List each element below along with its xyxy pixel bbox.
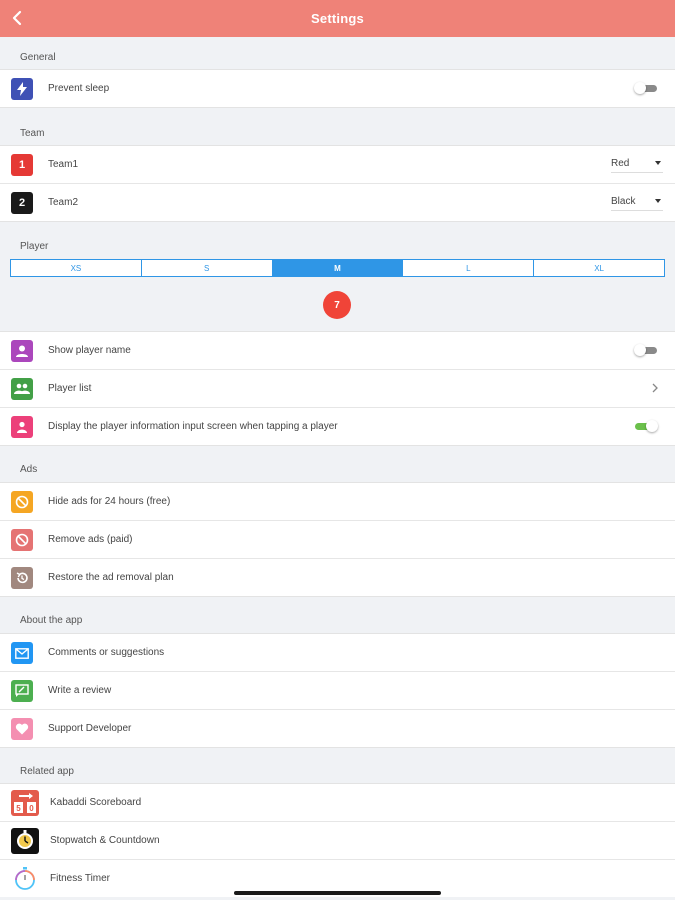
show-player-name-label: Show player name	[48, 345, 131, 356]
restore-plan-row[interactable]: Restore the ad removal plan	[0, 559, 675, 596]
section-label-general: General	[20, 52, 56, 63]
restore-icon	[11, 567, 33, 589]
kabaddi-app-label: Kabaddi Scoreboard	[50, 797, 142, 808]
size-option-xl[interactable]: XL	[533, 260, 664, 276]
svg-text:0: 0	[29, 804, 34, 813]
display-player-info-toggle[interactable]	[635, 420, 658, 432]
remove-ads-row[interactable]: Remove ads (paid)	[0, 521, 675, 559]
size-option-l[interactable]: L	[402, 260, 533, 276]
show-player-name-row[interactable]: Show player name	[0, 332, 675, 370]
player-card-icon	[11, 416, 33, 438]
support-developer-label: Support Developer	[48, 723, 132, 734]
display-player-info-row[interactable]: Display the player information input scr…	[0, 408, 675, 445]
fitness-timer-app-label: Fitness Timer	[50, 873, 111, 884]
kabaddi-scoreboard-icon: 5 0	[11, 790, 39, 816]
no-ads-icon	[11, 529, 33, 551]
show-player-name-toggle[interactable]	[634, 344, 657, 356]
prevent-sleep-row[interactable]: Prevent sleep	[0, 70, 675, 107]
about-group: Comments or suggestions Write a review S…	[0, 633, 675, 748]
player-group: Show player name Player list Display the…	[0, 331, 675, 446]
team2-number-icon: 2	[11, 192, 33, 214]
nav-bar: Settings	[0, 0, 675, 37]
comments-row[interactable]: Comments or suggestions	[0, 634, 675, 672]
hide-ads-label: Hide ads for 24 hours (free)	[48, 496, 171, 507]
stopwatch-app-row[interactable]: Stopwatch & Countdown	[0, 822, 675, 860]
team1-label: Team1	[48, 159, 79, 170]
display-player-info-label: Display the player information input scr…	[48, 421, 338, 432]
size-option-m[interactable]: M	[271, 260, 403, 276]
team1-row[interactable]: 1 Team1 Red	[0, 146, 675, 184]
player-preview-badge: 7	[323, 291, 351, 319]
team1-color-select[interactable]: Red	[611, 156, 663, 173]
page-title: Settings	[311, 11, 364, 26]
people-icon	[11, 378, 33, 400]
fitness-timer-icon	[11, 866, 39, 892]
prevent-sleep-toggle[interactable]	[634, 82, 657, 94]
no-ads-icon	[11, 491, 33, 513]
remove-ads-label: Remove ads (paid)	[48, 534, 133, 545]
mail-icon	[11, 642, 33, 664]
team1-number-icon: 1	[11, 154, 33, 176]
section-label-about: About the app	[20, 615, 83, 626]
write-review-label: Write a review	[48, 685, 112, 696]
kabaddi-app-row[interactable]: 5 0 Kabaddi Scoreboard	[0, 784, 675, 822]
related-group: 5 0 Kabaddi Scoreboard Stopwatch & Count…	[0, 783, 675, 897]
size-option-xs[interactable]: XS	[11, 260, 141, 276]
team2-row[interactable]: 2 Team2 Black	[0, 184, 675, 221]
write-review-row[interactable]: Write a review	[0, 672, 675, 710]
team2-color-select[interactable]: Black	[611, 194, 663, 211]
support-developer-row[interactable]: Support Developer	[0, 710, 675, 747]
heart-icon	[11, 718, 33, 740]
review-icon	[11, 680, 33, 702]
prevent-sleep-label: Prevent sleep	[48, 83, 110, 94]
section-label-team: Team	[20, 128, 45, 139]
section-label-ads: Ads	[20, 464, 38, 475]
caret-down-icon	[655, 161, 661, 165]
lightning-icon	[11, 78, 33, 100]
ads-group: Hide ads for 24 hours (free) Remove ads …	[0, 482, 675, 597]
hide-ads-row[interactable]: Hide ads for 24 hours (free)	[0, 483, 675, 521]
home-indicator[interactable]	[234, 891, 441, 895]
back-chevron-icon[interactable]	[9, 9, 27, 27]
person-icon	[11, 340, 33, 362]
svg-text:5: 5	[16, 804, 21, 813]
player-list-row[interactable]: Player list	[0, 370, 675, 408]
player-size-segmented-control: XS S M L XL	[10, 259, 665, 277]
player-list-label: Player list	[48, 383, 92, 394]
comments-label: Comments or suggestions	[48, 647, 165, 658]
chevron-right-icon	[652, 383, 658, 393]
general-group: Prevent sleep	[0, 69, 675, 108]
team2-label: Team2	[48, 197, 79, 208]
stopwatch-app-label: Stopwatch & Countdown	[50, 835, 160, 846]
caret-down-icon	[655, 199, 661, 203]
size-option-s[interactable]: S	[140, 260, 272, 276]
team-group: 1 Team1 Red 2 Team2 Black	[0, 145, 675, 222]
section-label-player: Player	[20, 241, 49, 252]
stopwatch-icon	[11, 828, 39, 854]
restore-plan-label: Restore the ad removal plan	[48, 572, 174, 583]
section-label-related: Related app	[20, 766, 74, 777]
